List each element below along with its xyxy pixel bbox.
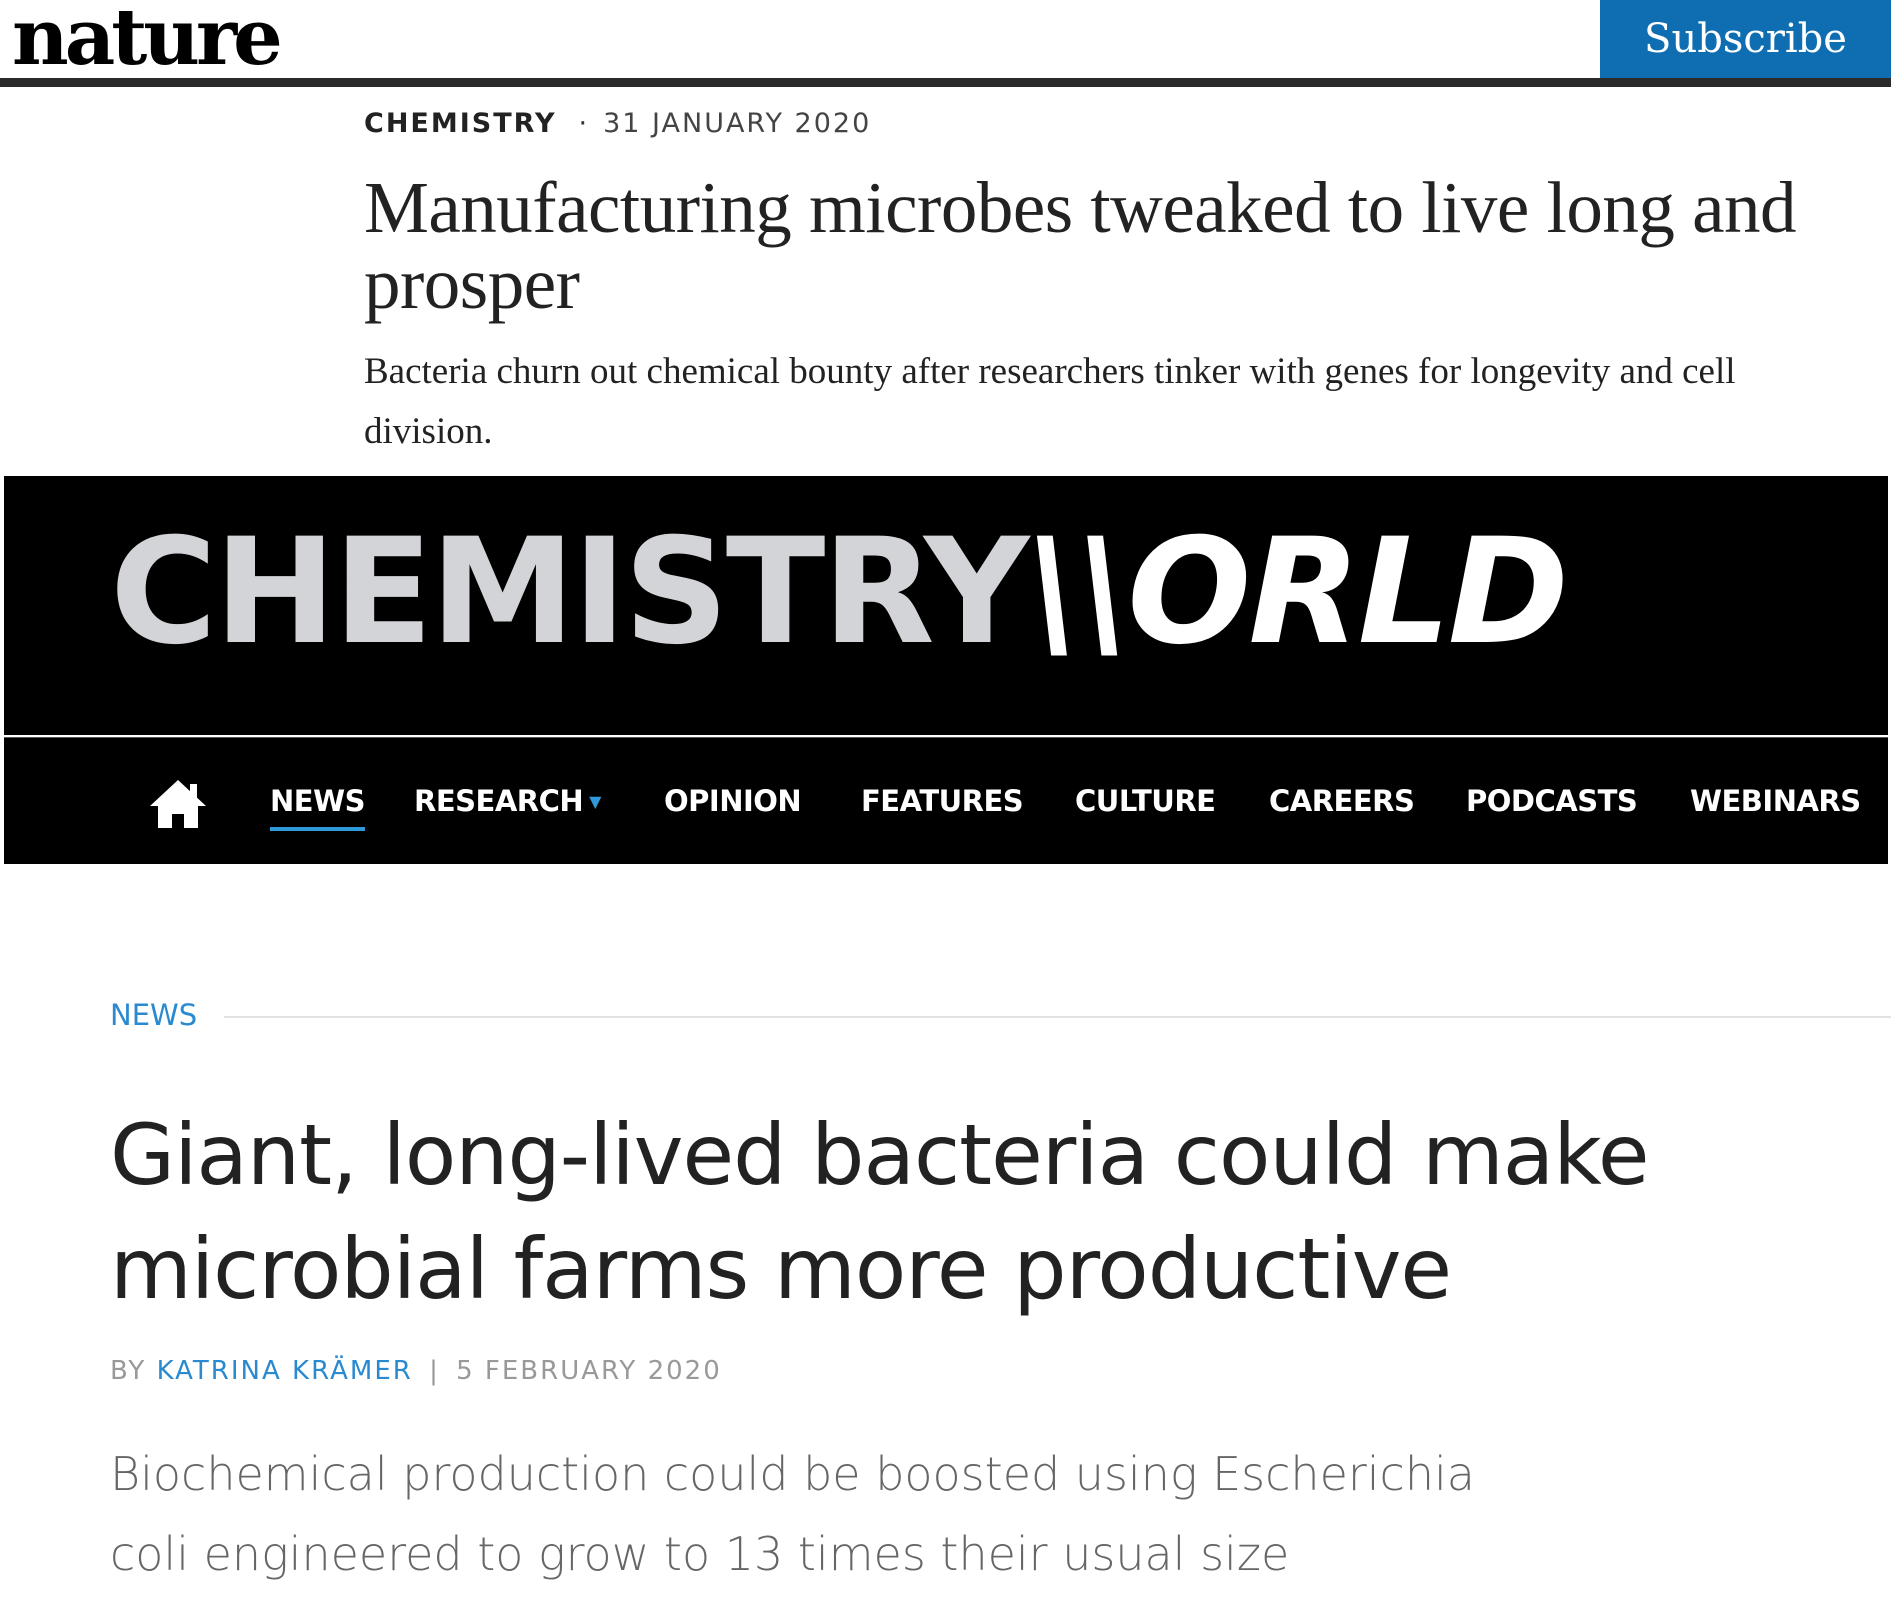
subject-link[interactable]: CHEMISTRY — [364, 108, 557, 139]
nav-podcasts[interactable]: PODCASTS — [1466, 738, 1638, 864]
publish-date: 31 JANUARY 2020 — [603, 108, 872, 139]
byline-separator: | — [429, 1356, 440, 1386]
nav-features[interactable]: FEATURES — [861, 738, 1024, 864]
home-icon[interactable] — [148, 778, 208, 830]
section-label[interactable]: NEWS — [110, 998, 197, 1032]
cw-article-standfirst: Biochemical production could be boosted … — [110, 1447, 1475, 1581]
nav-news[interactable]: NEWS — [270, 738, 365, 864]
nav-opinion[interactable]: OPINION — [664, 738, 802, 864]
article-standfirst: Bacteria churn out chemical bounty after… — [364, 351, 1736, 452]
logo-text-chemistry: CHEMISTRY — [110, 507, 1030, 677]
subscribe-button[interactable]: Subscribe — [1600, 0, 1891, 78]
cw-article-title: Giant, long-lived bacteria could make mi… — [110, 1106, 1650, 1318]
header-divider — [0, 78, 1891, 87]
nav-research[interactable]: RESEARCH ▼ — [414, 738, 601, 864]
article-title: Manufacturing microbes tweaked to live l… — [364, 167, 1797, 324]
nav-careers[interactable]: CAREERS — [1269, 738, 1415, 864]
author-link[interactable]: KATRINA KRÄMER — [157, 1356, 413, 1386]
nature-logo[interactable]: nature — [12, 0, 283, 83]
section-divider — [224, 1016, 1891, 1018]
dropdown-caret-icon: ▼ — [589, 791, 601, 811]
nature-header: nature Subscribe — [0, 0, 1891, 83]
nav-webinars[interactable]: WEBINARS — [1690, 738, 1861, 864]
meta-separator: · — [578, 108, 590, 139]
chemistry-world-banner: CHEMISTRY\\ORLD — [4, 476, 1888, 735]
byline: BY KATRINA KRÄMER | 5 FEBRUARY 2020 — [110, 1356, 722, 1386]
byline-prefix: BY — [110, 1356, 147, 1386]
main-nav: NEWS RESEARCH ▼ OPINION FEATURES CULTURE … — [4, 737, 1888, 864]
nav-culture[interactable]: CULTURE — [1075, 738, 1216, 864]
article-meta: CHEMISTRY · 31 JANUARY 2020 — [364, 108, 871, 139]
chemistry-world-logo[interactable]: CHEMISTRY\\ORLD — [110, 490, 1569, 694]
cw-publish-date: 5 FEBRUARY 2020 — [456, 1356, 722, 1386]
logo-text-world: \\ORLD — [1026, 507, 1569, 677]
